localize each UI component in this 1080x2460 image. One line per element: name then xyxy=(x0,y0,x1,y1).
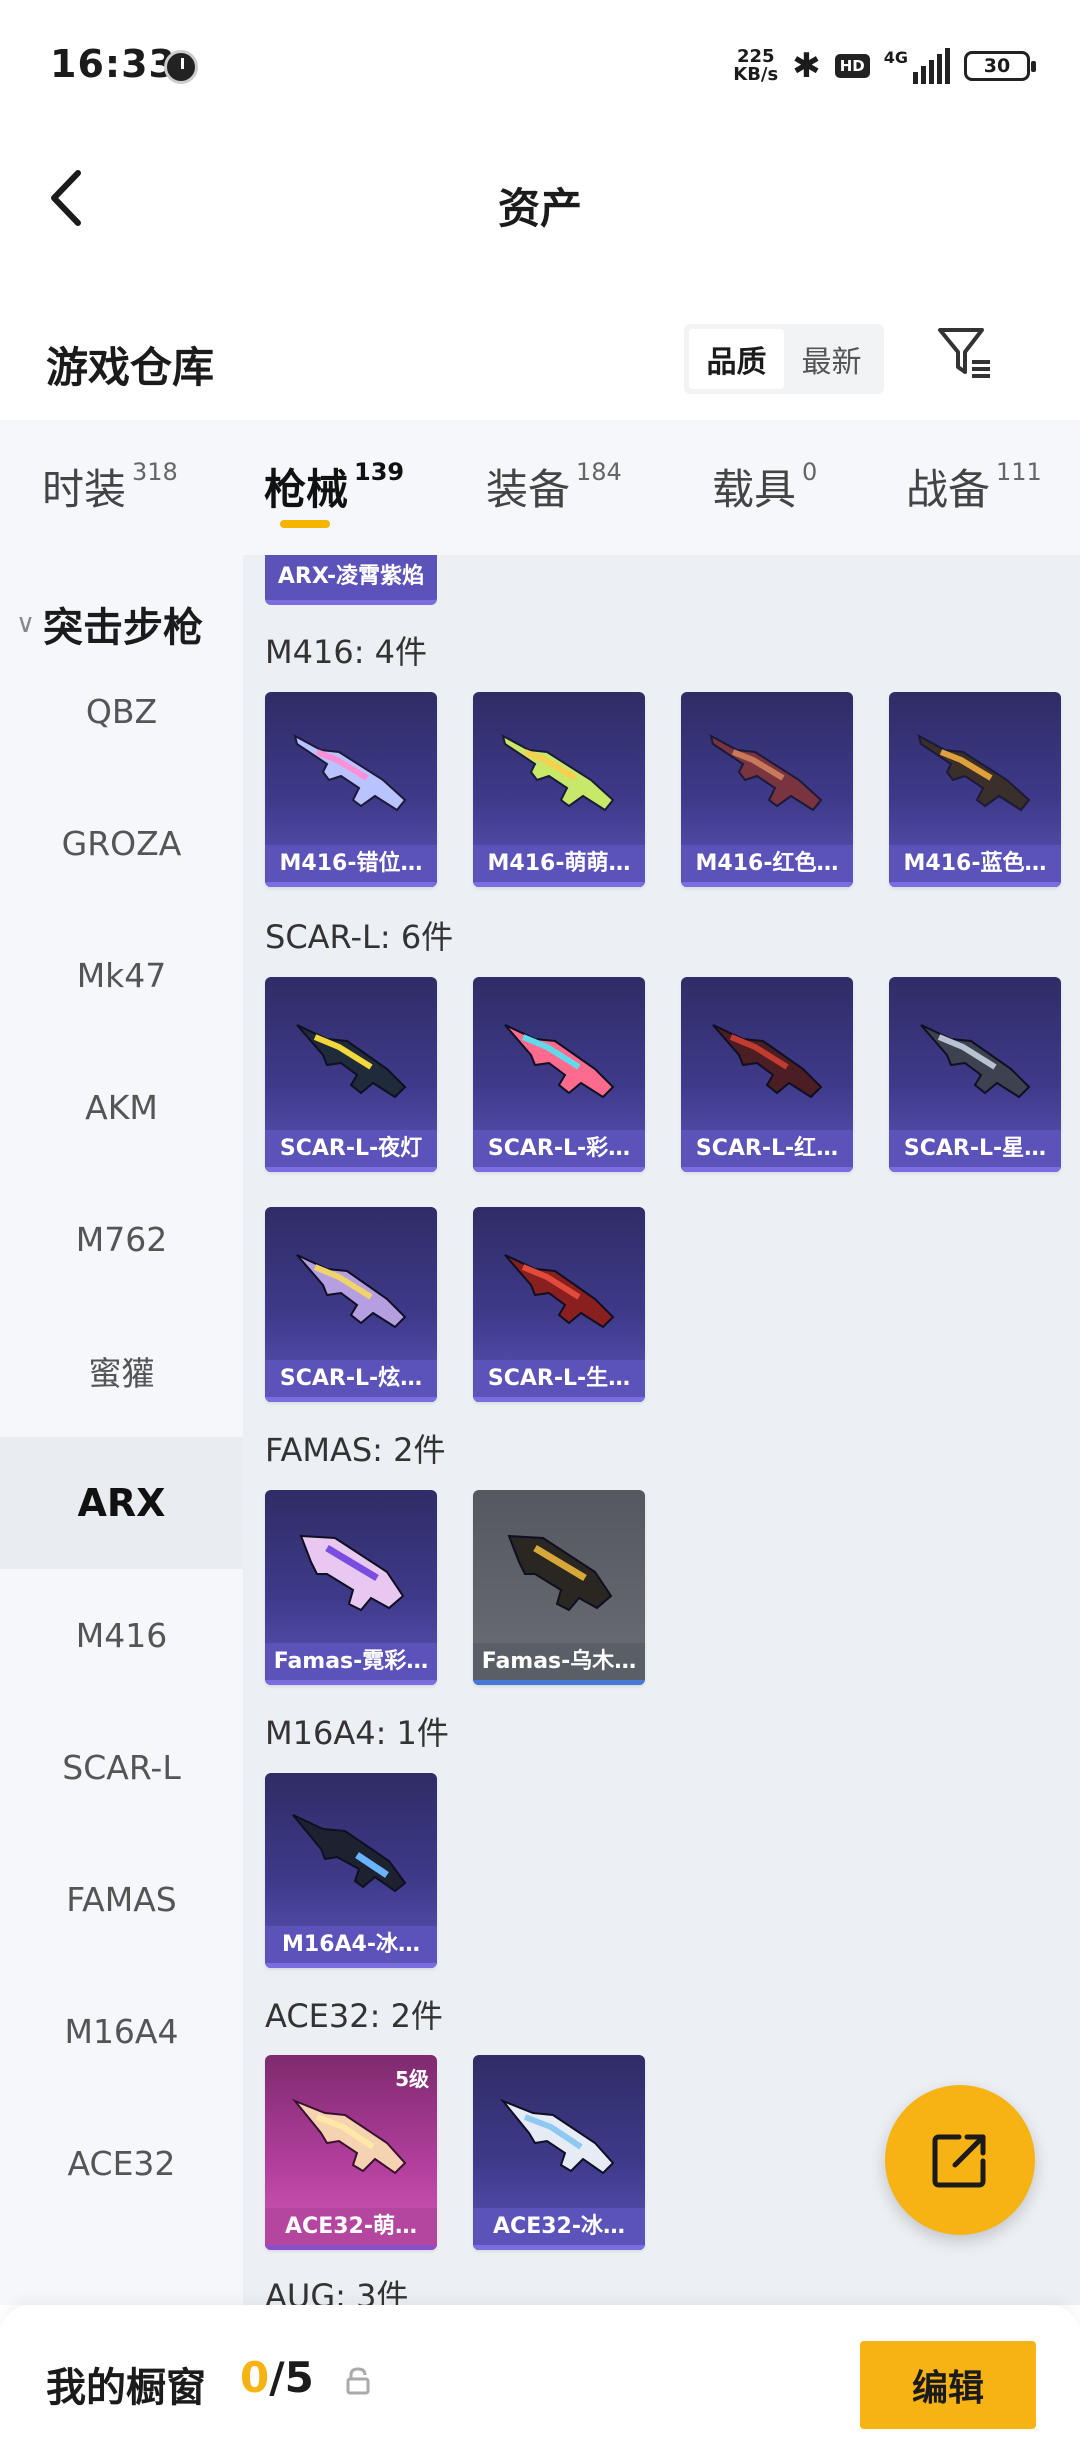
weapon-card[interactable]: M16A4-冰… xyxy=(265,1773,437,1968)
category-title: M16A4: 1件 xyxy=(265,1714,449,1752)
header: 资产 xyxy=(0,135,1080,275)
rifle-icon xyxy=(507,1534,613,1612)
showcase-bar: 我的橱窗 0/5 编辑 xyxy=(0,2305,1080,2460)
battery-icon: 30 xyxy=(964,51,1036,81)
rifle-icon xyxy=(293,734,407,812)
rifle-icon xyxy=(712,1024,823,1099)
sidebar-item-ace32[interactable]: ACE32 xyxy=(0,2097,243,2229)
rifle-icon xyxy=(920,1024,1031,1099)
sidebar-item-scar-l[interactable]: SCAR-L xyxy=(0,1701,243,1833)
warehouse-title: 游戏仓库 xyxy=(46,343,215,392)
page-title: 资产 xyxy=(497,184,582,233)
share-button[interactable] xyxy=(885,2085,1035,2235)
status-indicators: 225 KB/s ✱ HD 4G 30 xyxy=(733,44,1036,88)
weapon-grid: ARX-凌霄紫焰 M416: 4件 M416-错位… M416-萌萌… M416… xyxy=(243,555,1080,2305)
showcase-label: 我的橱窗 xyxy=(46,2365,206,2411)
rifle-icon xyxy=(296,1024,407,1099)
rifle-icon xyxy=(499,2098,615,2175)
filter-icon[interactable] xyxy=(934,322,994,382)
rifle-icon xyxy=(504,1024,615,1099)
weapon-card[interactable]: SCAR-L-炫… xyxy=(265,1207,437,1402)
category-tabs: 时装 318 枪械 139 装备 184 载具 0 战备 111 xyxy=(0,420,1080,555)
signal-icon: 4G xyxy=(884,48,950,84)
sort-toggle: 品质 最新 xyxy=(684,324,884,394)
hd-icon: HD xyxy=(834,54,870,78)
weapon-card[interactable]: M416-红色… xyxy=(681,692,853,887)
weapon-card[interactable]: M416-萌萌… xyxy=(473,692,645,887)
sidebar-item-arx[interactable]: ARX xyxy=(0,1437,243,1569)
lock-icon xyxy=(346,2367,370,2395)
bluetooth-icon: ✱ xyxy=(792,46,821,86)
category-title: FAMAS: 2件 xyxy=(265,1431,446,1469)
rifle-icon xyxy=(501,734,615,812)
sidebar-item-akm[interactable]: AKM xyxy=(0,1041,243,1173)
sidebar-item-m16a4[interactable]: M16A4 xyxy=(0,1965,243,2097)
weapon-card[interactable]: SCAR-L-红… xyxy=(681,977,853,1172)
alarm-clock-icon xyxy=(164,50,198,84)
sidebar-item-m762[interactable]: M762 xyxy=(0,1173,243,1305)
showcase-count: 0/5 xyxy=(240,2353,314,2402)
weapon-card[interactable]: Famas-乌木… xyxy=(473,1490,645,1685)
sidebar-item-famas[interactable]: FAMAS xyxy=(0,1833,243,1965)
active-tab-indicator xyxy=(280,520,330,528)
rifle-icon xyxy=(291,2098,407,2175)
rifle-icon xyxy=(292,1814,407,1893)
rifle-icon xyxy=(299,1534,405,1612)
edit-button[interactable]: 编辑 xyxy=(860,2341,1036,2429)
category-title: AUG: 3件 xyxy=(265,2277,409,2305)
tab-vehicles[interactable]: 载具 0 xyxy=(712,456,817,517)
sidebar-item-mk47[interactable]: Mk47 xyxy=(0,909,243,1041)
category-title: SCAR-L: 6件 xyxy=(265,918,454,956)
weapon-card[interactable]: 5级 ACE32-萌… xyxy=(265,2055,437,2250)
chevron-down-icon: ∨ xyxy=(16,609,36,639)
sidebar-item-m416[interactable]: M416 xyxy=(0,1569,243,1701)
weapon-card[interactable]: M416-错位… xyxy=(265,692,437,887)
category-title: ACE32: 2件 xyxy=(265,1997,443,2035)
weapon-card[interactable]: SCAR-L-夜灯 xyxy=(265,977,437,1172)
warehouse-header: 游戏仓库 品质 最新 xyxy=(0,310,1080,420)
weapon-card[interactable]: SCAR-L-星… xyxy=(889,977,1061,1172)
network-speed: 225 KB/s xyxy=(733,46,779,85)
weapon-card[interactable]: Famas-霓彩… xyxy=(265,1490,437,1685)
share-icon xyxy=(932,2134,986,2188)
category-title: M416: 4件 xyxy=(265,633,428,671)
rifle-icon xyxy=(709,734,823,812)
tab-fashion[interactable]: 时装 318 xyxy=(42,456,178,517)
tab-supplies[interactable]: 战备 111 xyxy=(906,456,1042,517)
sidebar-item-groza[interactable]: GROZA xyxy=(0,777,243,909)
weapon-card[interactable]: M416-蓝色… xyxy=(889,692,1061,887)
weapon-card[interactable]: ACE32-冰… xyxy=(473,2055,645,2250)
rifle-icon xyxy=(296,1254,407,1329)
rifle-icon xyxy=(504,1254,615,1329)
weapon-card[interactable]: ARX-凌霄紫焰 xyxy=(265,555,437,605)
sort-quality-option[interactable]: 品质 xyxy=(689,329,784,389)
sidebar-item-qbz[interactable]: QBZ xyxy=(0,645,243,777)
tab-equipment[interactable]: 装备 184 xyxy=(486,456,622,517)
status-bar: 16:33 225 KB/s ✱ HD 4G 30 xyxy=(0,0,1080,135)
sidebar-item-honey-badger[interactable]: 蜜獾 xyxy=(0,1305,243,1437)
weapon-type-sidebar: ∨ 突击步枪 QBZ GROZA Mk47 AKM M762 蜜獾 ARX M4… xyxy=(0,555,243,2305)
rifle-icon xyxy=(917,734,1031,812)
tab-firearms[interactable]: 枪械 139 xyxy=(264,456,404,528)
weapon-card[interactable]: SCAR-L-彩… xyxy=(473,977,645,1172)
status-time: 16:33 xyxy=(50,42,176,86)
weapon-card[interactable]: SCAR-L-生… xyxy=(473,1207,645,1402)
sort-newest-option[interactable]: 最新 xyxy=(784,329,879,389)
